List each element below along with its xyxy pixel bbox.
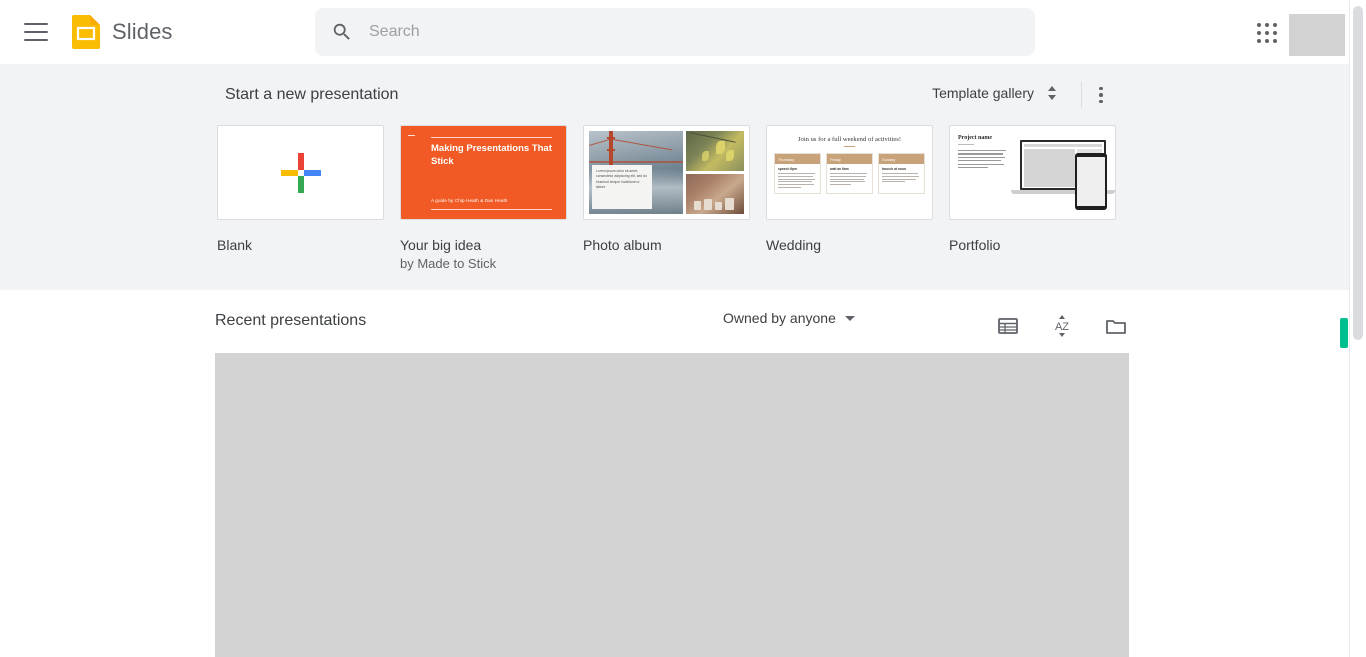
column-heading: speech 6pm [778, 167, 798, 171]
template-list: Blank Making Presentations That Stick A … [217, 125, 1116, 271]
expand-collapse-icon [1044, 84, 1060, 102]
wedding-column: Thursday speech 6pm [774, 153, 821, 194]
column-day: Friday [827, 154, 872, 164]
big-idea-thumbnail[interactable]: Making Presentations That Stick A guide … [400, 125, 567, 220]
template-card-your-big-idea[interactable]: Making Presentations That Stick A guide … [400, 125, 567, 271]
slide-caption: Lorem ipsum dolor sit amet, consectetur … [592, 165, 652, 209]
avatar[interactable] [1289, 14, 1345, 56]
leaves-photo [685, 131, 744, 171]
column-heading: brunch at noon [882, 167, 906, 171]
search-input[interactable] [367, 17, 967, 47]
recent-presentations-grid[interactable] [215, 353, 1129, 657]
column-day: Thursday [775, 154, 820, 164]
owner-filter-dropdown[interactable]: Owned by anyone [723, 310, 855, 326]
search-icon [331, 21, 353, 43]
more-options-icon[interactable] [1088, 82, 1114, 108]
blank-plus-thumbnail[interactable] [217, 125, 384, 220]
scrollbar-thumb[interactable] [1353, 6, 1363, 340]
portfolio-thumbnail[interactable]: Project name [949, 125, 1116, 220]
toolbar-divider [1081, 82, 1082, 108]
wedding-thumbnail[interactable]: Join us for a full weekend of activities… [766, 125, 933, 220]
scroll-position-marker [1340, 318, 1348, 348]
app-title: Slides [112, 18, 173, 44]
google-slides-logo-icon [72, 14, 100, 49]
slide-subtitle: A guide by Chip Heath & Dan Heath [431, 198, 508, 203]
template-attribution: by Made to Stick [400, 256, 497, 271]
search-bar[interactable] [315, 8, 1035, 56]
template-label: Wedding [766, 237, 822, 253]
slide-title: Join us for a full weekend of activities… [797, 136, 902, 143]
template-label: Portfolio [949, 237, 1001, 253]
column-day: Sunday [879, 154, 924, 164]
plus-icon [280, 152, 321, 193]
column-heading: wait an 6am [830, 167, 849, 171]
phone-mockup [1075, 153, 1107, 210]
apps-grid-icon[interactable] [1254, 20, 1282, 48]
slide-underline [844, 146, 855, 147]
slide-tick [408, 135, 415, 136]
sort-az-icon[interactable]: AZ [1044, 308, 1080, 344]
app-brand[interactable]: Slides [72, 14, 173, 49]
template-card-photo-album[interactable]: Lorem ipsum dolor sit amet, consectetur … [583, 125, 750, 271]
wedding-column: Sunday brunch at noon [878, 153, 925, 194]
template-gallery-label: Template gallery [932, 85, 1034, 101]
template-gallery-toggle[interactable]: Template gallery [932, 84, 1060, 102]
app-header: Slides [0, 0, 1350, 64]
hamburger-menu-icon[interactable] [24, 22, 48, 41]
owner-filter-label: Owned by anyone [723, 310, 836, 326]
wedding-column: Friday wait an 6am [826, 153, 873, 194]
template-card-wedding[interactable]: Join us for a full weekend of activities… [766, 125, 933, 271]
svg-text:AZ: AZ [1055, 321, 1069, 333]
template-card-portfolio[interactable]: Project name Portfolio [949, 125, 1116, 271]
recent-presentations-section: Recent presentations Owned by anyone AZ [0, 290, 1350, 657]
slide-rule-top [431, 137, 552, 138]
template-label: Your big idea [400, 237, 482, 253]
template-card-blank[interactable]: Blank [217, 125, 384, 271]
slide-rule-bottom [431, 209, 552, 210]
start-new-presentation-section: Start a new presentation Template galler… [0, 64, 1350, 290]
recent-toolbar: AZ [990, 308, 1134, 344]
recent-title: Recent presentations [215, 312, 367, 329]
chevron-down-icon [844, 315, 855, 321]
list-view-icon[interactable] [990, 308, 1026, 344]
slide-body-lines [958, 150, 1006, 169]
interior-photo [685, 174, 744, 214]
template-label: Blank [217, 237, 253, 253]
page-scrollbar[interactable] [1350, 0, 1366, 657]
page-title: Start a new presentation [225, 86, 399, 103]
photo-album-thumbnail[interactable]: Lorem ipsum dolor sit amet, consectetur … [583, 125, 750, 220]
open-file-picker-icon[interactable] [1098, 308, 1134, 344]
bridge-photo: Lorem ipsum dolor sit amet, consectetur … [589, 131, 683, 214]
template-label: Photo album [583, 237, 662, 253]
slide-title: Making Presentations That Stick [431, 143, 552, 167]
